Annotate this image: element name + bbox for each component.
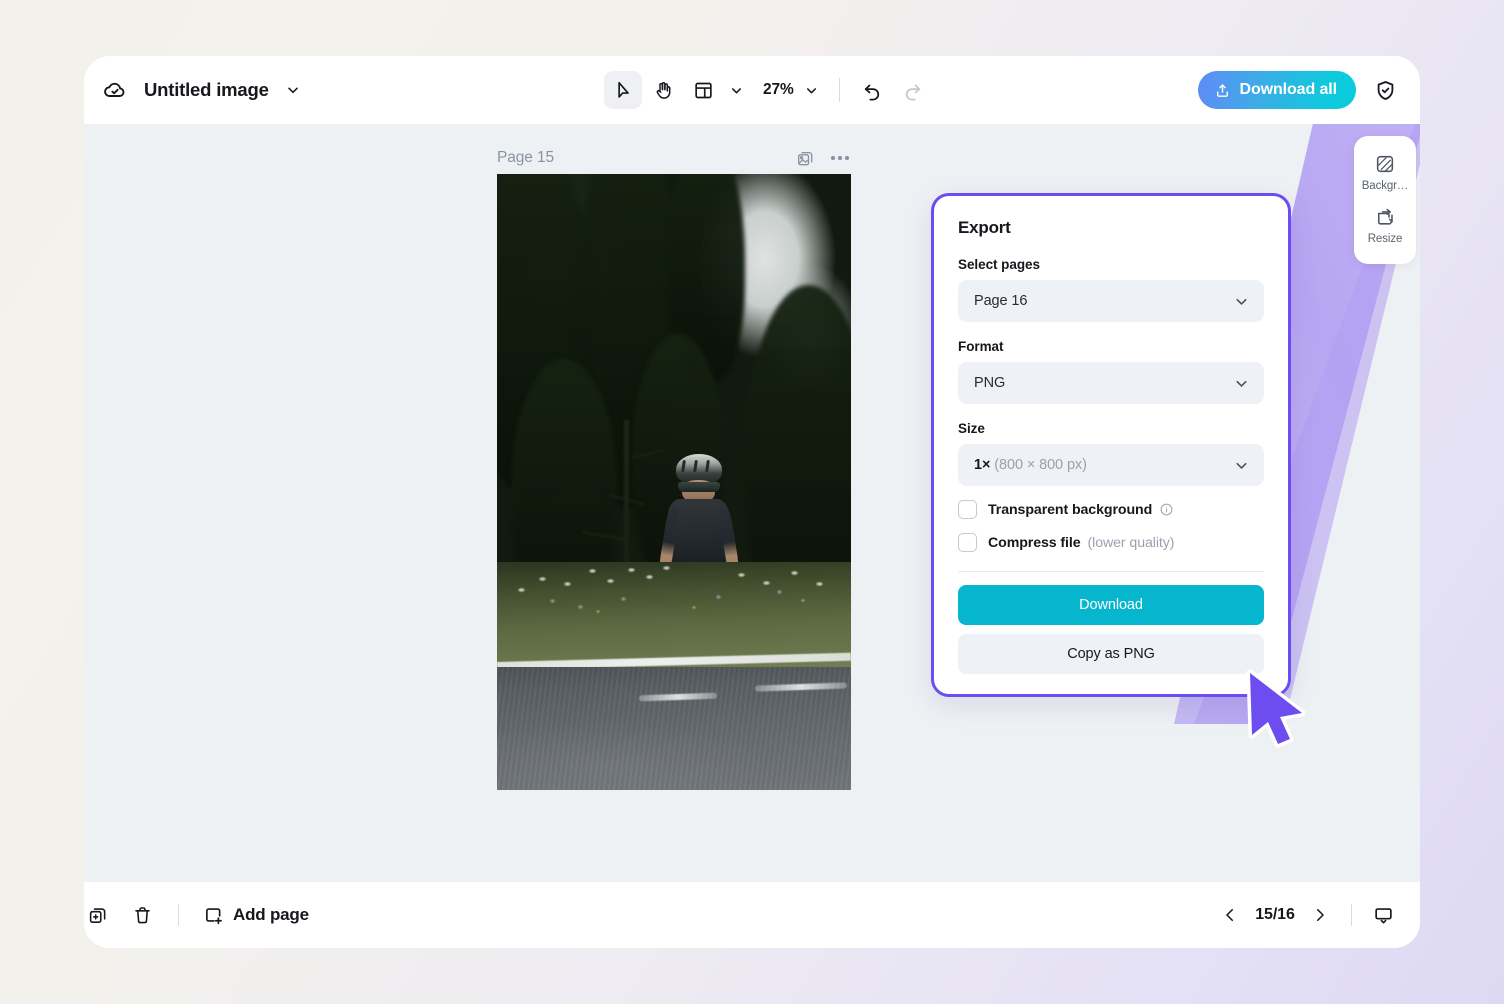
download-button[interactable]: Download bbox=[958, 585, 1264, 625]
background-tool-label: Backgr… bbox=[1362, 180, 1409, 192]
page-header: Page 15 bbox=[497, 142, 851, 174]
add-page-button[interactable]: Add page bbox=[195, 899, 317, 932]
next-page-button[interactable] bbox=[1303, 898, 1337, 932]
select-pages-dropdown[interactable]: Page 16 bbox=[958, 280, 1264, 322]
select-pages-label: Select pages bbox=[958, 257, 1264, 272]
layout-chevron-down-icon[interactable] bbox=[723, 73, 749, 107]
background-hatch-icon bbox=[1374, 153, 1396, 175]
canvas-area[interactable]: Page 15 bbox=[84, 124, 1420, 882]
resize-frame-icon bbox=[1374, 206, 1396, 228]
bottom-left-actions: Add page bbox=[84, 895, 317, 935]
download-all-label: Download all bbox=[1240, 81, 1337, 99]
present-monitor-icon[interactable] bbox=[1366, 898, 1400, 932]
app-window: Untitled image bbox=[84, 56, 1420, 948]
copy-as-png-button[interactable]: Copy as PNG bbox=[958, 634, 1264, 674]
zoom-level[interactable]: 27% bbox=[751, 81, 798, 99]
format-dropdown[interactable]: PNG bbox=[958, 362, 1264, 404]
page-label: Page 15 bbox=[497, 149, 554, 167]
chevron-down-icon[interactable] bbox=[281, 78, 305, 102]
bottom-divider bbox=[178, 904, 179, 926]
more-options-icon[interactable] bbox=[829, 150, 851, 166]
pager-divider bbox=[1351, 904, 1352, 926]
compress-file-label: Compress file bbox=[988, 535, 1081, 551]
top-toolbar: Untitled image bbox=[84, 56, 1420, 124]
undo-arrow-icon[interactable] bbox=[854, 71, 892, 109]
add-page-label: Add page bbox=[233, 905, 309, 925]
redo-arrow-icon[interactable] bbox=[894, 71, 932, 109]
size-multiplier: 1× bbox=[974, 457, 990, 473]
format-value: PNG bbox=[974, 375, 1005, 391]
bottom-toolbar: Add page 15/16 bbox=[84, 882, 1420, 948]
layout-grid-icon[interactable] bbox=[684, 71, 722, 109]
duplicate-page-icon[interactable] bbox=[84, 895, 118, 935]
cloud-check-icon[interactable] bbox=[98, 73, 132, 107]
page-header-actions bbox=[796, 149, 851, 168]
transparent-background-checkbox[interactable]: Transparent background bbox=[958, 500, 1264, 519]
resize-tool-label: Resize bbox=[1368, 233, 1403, 245]
transparent-background-label: Transparent background bbox=[988, 502, 1152, 518]
toolbar-tools: 27% bbox=[604, 71, 932, 109]
select-pages-value: Page 16 bbox=[974, 293, 1027, 309]
chevron-down-icon bbox=[1233, 293, 1250, 310]
upload-share-icon bbox=[1214, 82, 1231, 99]
page-title[interactable]: Untitled image bbox=[144, 79, 269, 101]
chevron-down-icon bbox=[1233, 457, 1250, 474]
download-all-button[interactable]: Download all bbox=[1198, 71, 1356, 109]
trash-icon[interactable] bbox=[122, 895, 162, 935]
compress-file-checkbox[interactable]: Compress file (lower quality) bbox=[958, 533, 1264, 552]
right-tools-panel: Backgr… Resize bbox=[1354, 136, 1416, 264]
previous-page-button[interactable] bbox=[1213, 898, 1247, 932]
size-dimensions: (800 × 800 px) bbox=[994, 457, 1087, 473]
transparent-background-label-group: Transparent background bbox=[988, 502, 1174, 518]
select-tool[interactable] bbox=[604, 71, 642, 109]
wildflowers bbox=[497, 562, 851, 654]
size-value: 1× (800 × 800 px) bbox=[974, 457, 1087, 473]
document-title-group: Untitled image bbox=[98, 73, 305, 107]
export-popover: Export Select pages Page 16 Format PNG S… bbox=[931, 193, 1291, 697]
export-divider bbox=[958, 571, 1264, 572]
layout-tool-group bbox=[684, 71, 749, 109]
export-title: Export bbox=[958, 218, 1264, 238]
background-tool[interactable]: Backgr… bbox=[1354, 146, 1416, 199]
resize-tool[interactable]: Resize bbox=[1354, 199, 1416, 252]
toolbar-divider bbox=[839, 78, 840, 102]
canvas-photo[interactable] bbox=[497, 174, 851, 790]
compress-file-label-group: Compress file (lower quality) bbox=[988, 535, 1174, 551]
compress-file-sublabel: (lower quality) bbox=[1088, 535, 1175, 551]
page-block: Page 15 bbox=[497, 142, 851, 790]
page-counter: 15/16 bbox=[1249, 906, 1301, 924]
square-plus-icon bbox=[203, 905, 224, 926]
zoom-control-group: 27% bbox=[751, 73, 825, 107]
chevron-down-icon bbox=[1233, 375, 1250, 392]
duplicate-image-icon[interactable] bbox=[796, 149, 815, 168]
size-dropdown[interactable]: 1× (800 × 800 px) bbox=[958, 444, 1264, 486]
zoom-chevron-down-icon[interactable] bbox=[799, 73, 825, 107]
checkbox-box bbox=[958, 500, 977, 519]
checkbox-box bbox=[958, 533, 977, 552]
size-label: Size bbox=[958, 421, 1264, 436]
page-navigation: 15/16 bbox=[1213, 898, 1400, 932]
shield-check-icon[interactable] bbox=[1368, 73, 1402, 107]
format-label: Format bbox=[958, 339, 1264, 354]
hand-tool[interactable] bbox=[644, 71, 682, 109]
info-circle-icon[interactable] bbox=[1159, 502, 1174, 517]
top-right-actions: Download all bbox=[1198, 71, 1402, 109]
